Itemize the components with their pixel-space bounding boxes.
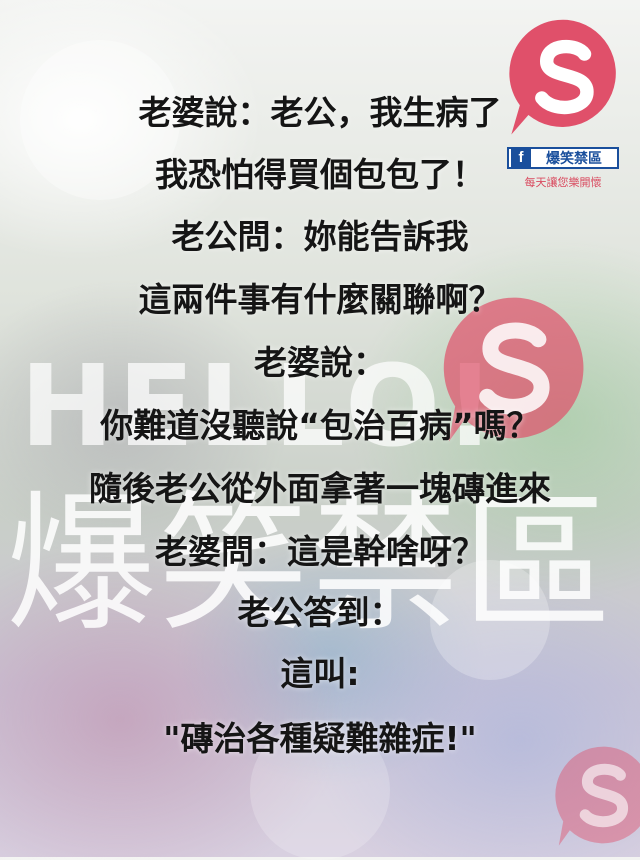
joke-line: 這叫: <box>280 654 360 693</box>
joke-line: 我恐怕得買個包包了！ <box>155 155 485 194</box>
joke-line: 你難道沒聽說“包治百病”嗎？ <box>100 406 540 445</box>
joke-line: 老公問：妳能告訴我 <box>171 217 469 256</box>
joke-line: 老婆說： <box>254 343 386 382</box>
joke-line: 老公答到： <box>237 593 403 632</box>
joke-line: "磚治各種疑難雜症!" <box>163 719 477 758</box>
joke-line: 老婆問：這是幹啥呀？ <box>155 532 485 571</box>
joke-line: 隨後老公從外面拿著一塊磚進來 <box>89 469 551 508</box>
joke-line: 這兩件事有什麼關聯啊？ <box>138 280 502 319</box>
joke-line: 老婆說：老公，我生病了 <box>138 93 502 132</box>
